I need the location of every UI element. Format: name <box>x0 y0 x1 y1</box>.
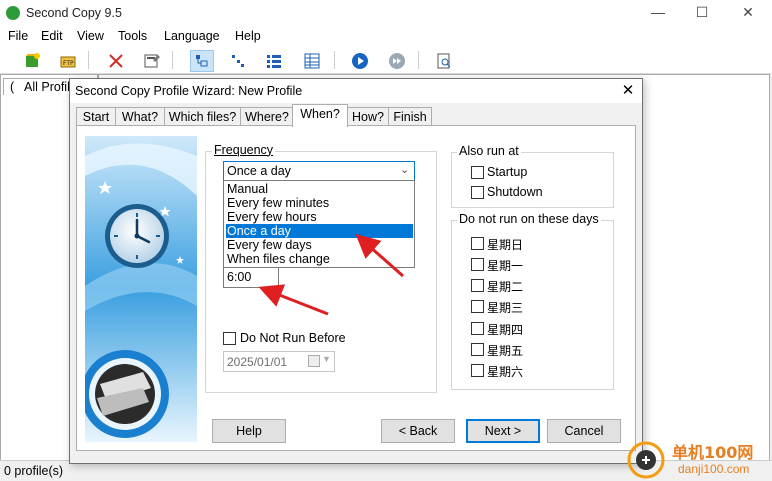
watermark-url: danji100.com <box>678 462 750 476</box>
tab-when[interactable]: When? <box>292 104 348 127</box>
watermark-site: 单机100网 <box>672 443 754 462</box>
watermark: 单机100网 danji100.com <box>626 438 772 480</box>
annotation-arrows <box>258 234 404 316</box>
arrow-to-once-a-day <box>355 234 404 278</box>
arrow-to-time-input <box>258 284 329 316</box>
watermark-logo-icon <box>627 441 665 479</box>
